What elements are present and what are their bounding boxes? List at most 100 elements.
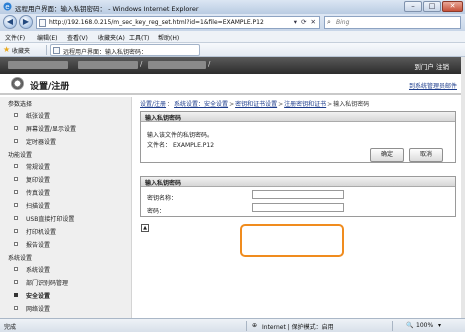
breadcrumb-settings[interactable]: 设置/注册 [140,101,166,108]
breadcrumb-separator: > [278,101,284,108]
sidebar-category-preferences: 参数选择 [8,101,33,108]
ok-button[interactable]: 确定 [370,148,404,162]
sidebar-item-security[interactable]: 安全设置 [10,289,128,301]
menu-view[interactable]: 查看(V) [67,33,88,42]
globe-icon: ⊕ [252,322,258,329]
zoom-level[interactable]: 100% [416,322,433,329]
password-label: 密码： [147,208,166,215]
sidebar-item-system[interactable]: 系统设置 [10,263,128,275]
input-password-panel: 输入私钥密码 输入该文件的私钥密码。 文件名： EXAMPLE.P12 确定 取… [140,111,456,163]
minimize-button[interactable]: – [404,1,422,12]
search-input[interactable]: ⌕ Bing [324,16,461,29]
sidebar-item-fax[interactable]: 传真设置 [10,186,128,198]
security-zone[interactable]: Internet | 保护模式：启用 [262,322,334,331]
menu-help[interactable]: 帮助(H) [158,33,179,42]
favorites-bar: ★ 收藏夹 远程用户界面：输入私钥密码： [0,43,465,57]
device-model-redacted [78,61,138,69]
bullet-icon [14,306,18,310]
search-placeholder: Bing [336,19,350,26]
filename-label: 文件名： [147,142,172,149]
window-title: 远程用户界面：输入私钥密码： - Windows Internet Explor… [15,5,199,13]
device-name-redacted [8,61,68,69]
key-name-field[interactable] [252,190,344,199]
portal-logout-links[interactable]: 到门户 注销 [414,61,449,71]
gear-icon [11,77,24,90]
menu-file[interactable]: 文件(F) [5,33,25,42]
divider [392,321,393,331]
bullet-icon [14,190,18,194]
panel-description: 输入该文件的私钥密码。 [147,132,214,139]
cancel-button[interactable]: 取消 [409,148,443,162]
breadcrumb-separator: > [327,101,333,108]
breadcrumb-current: 输入私钥密码 [333,101,370,108]
close-button[interactable]: ✕ [442,1,463,12]
device-header: / / 到门户 注销 [0,57,465,74]
address-tools-icons[interactable]: ▾ ⟳ ✕ [294,18,317,26]
back-to-top-icon[interactable]: ▲ [141,224,149,232]
page-icon [53,47,60,54]
bullet-icon [14,242,18,246]
bullet-icon [14,177,18,181]
sidebar-category-function: 功能设置 [8,152,33,159]
breadcrumb: 设置/注册：系统设置：安全设置>密钥和证书设置>注册密钥和证书>输入私钥密码 [140,99,369,108]
internet-explorer-icon: e [3,2,12,11]
sidebar-item-copy[interactable]: 复印设置 [10,173,128,185]
sidebar-item-paper[interactable]: 纸张设置 [10,109,128,121]
filename-value: EXAMPLE.P12 [172,142,215,149]
bullet-icon [14,267,18,271]
address-input[interactable]: http://192.168.0.215/m_sec_key_reg_set.h… [36,16,320,29]
sidebar-category-system: 系统设置 [8,255,33,262]
header-separator: / [140,60,143,68]
bullet-icon [14,229,18,233]
bullet-icon [14,280,18,284]
back-button[interactable]: ◀ [3,15,17,29]
filename-line: 文件名： EXAMPLE.P12 [147,140,214,149]
breadcrumb-security[interactable]: 系统设置：安全设置 [174,101,228,108]
admin-mail-link[interactable]: 到系统管理员邮件 [409,81,457,90]
bullet-icon [14,164,18,168]
sidebar-item-network[interactable]: 网络设置 [10,302,128,314]
menu-bar: 文件(F) 编辑(E) 查看(V) 收藏夹(A) 工具(T) 帮助(H) [0,31,465,43]
address-bar-row: ◀ ▶ http://192.168.0.215/m_sec_key_reg_s… [0,14,465,31]
page-title: 设置/注册 [30,82,70,92]
menu-tools[interactable]: 工具(T) [129,33,149,42]
password-field[interactable] [252,203,344,212]
breadcrumb-separator: ： [167,101,174,108]
search-icon[interactable]: ⌕ [327,18,331,27]
favorites-star-icon[interactable]: ★ [3,45,10,54]
forward-button[interactable]: ▶ [19,15,33,29]
divider [246,321,247,331]
web-page: / / 到门户 注销 设置/注册 到系统管理员邮件 参数选择 纸张设置 屏幕设置… [0,57,465,318]
sidebar-item-display[interactable]: 屏幕设置/显示设置 [10,122,128,134]
header-separator: / [208,60,211,68]
breadcrumb-key-cert[interactable]: 密钥和证书设置 [235,101,277,108]
page-scrollbar[interactable] [461,57,465,318]
menu-edit[interactable]: 编辑(E) [37,33,57,42]
sidebar-item-report[interactable]: 报告设置 [10,238,128,250]
tab-title: 远程用户界面：输入私钥密码： [63,49,148,56]
favorites-label[interactable]: 收藏夹 [12,46,30,55]
page-icon [39,19,46,27]
sidebar-item-scan[interactable]: 扫描设置 [10,199,128,211]
sidebar-item-timer[interactable]: 定时器设置 [10,135,128,147]
bullet-icon [14,293,18,297]
breadcrumb-register[interactable]: 注册密钥和证书 [284,101,326,108]
browser-tab[interactable]: 远程用户界面：输入私钥密码： [50,44,200,56]
window-title-bar: e 远程用户界面：输入私钥密码： - Windows Internet Expl… [0,0,465,14]
maximize-button[interactable]: □ [423,1,441,12]
device-location-redacted [148,61,206,69]
svg-text:e: e [5,3,9,11]
chevron-down-icon[interactable]: ▾ [438,322,441,329]
settings-header: 设置/注册 到系统管理员邮件 [0,74,465,95]
sidebar-item-general[interactable]: 常规设置 [10,160,128,172]
bullet-icon [14,126,18,130]
zoom-icon: 🔍 [406,322,414,329]
sidebar-item-department-id[interactable]: 部门识别码管理 [10,276,128,288]
panel-header: 输入私钥密码 [141,177,455,187]
divider [46,45,47,55]
sidebar-item-usb-print[interactable]: USB直接打印设置 [10,212,128,224]
sidebar-item-printer[interactable]: 打印机设置 [10,225,128,237]
menu-favorites[interactable]: 收藏夹(A) [98,33,125,42]
status-bar: 完成 ⊕ Internet | 保护模式：启用 🔍 100% ▾ [0,318,465,332]
panel-header: 输入私钥密码 [141,112,455,122]
